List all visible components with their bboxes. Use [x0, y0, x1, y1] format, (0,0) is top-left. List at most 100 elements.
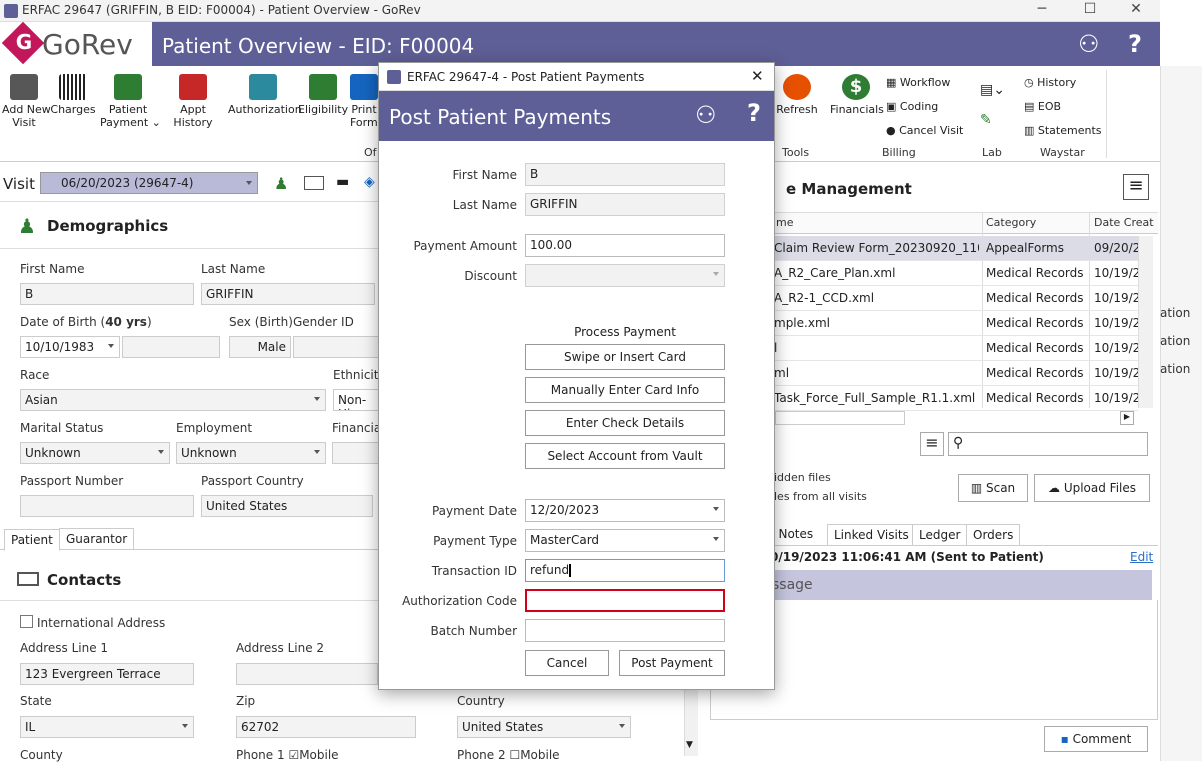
dlg-last-name-field[interactable]: GRIFFIN [525, 193, 725, 216]
post-patient-payments-dialog: ERFAC 29647-4 - Post Patient Payments ✕ … [378, 62, 775, 690]
passport-label: Passport Number [20, 474, 124, 488]
marital-select[interactable]: Unknown [20, 442, 170, 464]
transaction-id-field[interactable]: refund [525, 559, 725, 582]
swipe-card-button[interactable]: Swipe or Insert Card [525, 344, 725, 370]
manual-card-button[interactable]: Manually Enter Card Info [525, 377, 725, 403]
passport-country-label: Passport Country [201, 474, 304, 488]
gender-select[interactable] [293, 336, 379, 358]
dlg-first-name-field[interactable]: B [525, 163, 725, 186]
file-search-input[interactable]: ⚲ [948, 432, 1148, 456]
financials-button[interactable]: $ Financials [830, 74, 884, 116]
coding-icon: ▣ [886, 100, 900, 113]
file-grid-hscrollbar[interactable] [775, 411, 905, 425]
visit-select[interactable]: 06/20/2023 (29647-4) [40, 172, 258, 194]
refresh-button[interactable]: Refresh [776, 74, 818, 116]
tab-linked-visits[interactable]: Linked Visits [827, 524, 916, 546]
patient-icon[interactable]: ♟ [274, 174, 288, 193]
dialog-close-button[interactable]: ✕ [751, 67, 764, 85]
print-forms-button[interactable]: Print Forms [350, 74, 378, 129]
edit-link[interactable]: Edit [1130, 550, 1153, 564]
last-name-field[interactable]: GRIFFIN [201, 283, 375, 305]
file-row[interactable]: A_R2_Care_Plan.xml Medical Records 10/19/2 [762, 261, 1138, 286]
comment-button[interactable]: ▪ Comment [1044, 726, 1148, 752]
dialog-help-button[interactable]: ? [747, 99, 761, 127]
tab-patient[interactable]: Patient [4, 529, 60, 551]
appt-history-button[interactable]: Appt History [160, 74, 226, 129]
bed-icon[interactable]: ▬ [336, 174, 349, 190]
authorization-button[interactable]: Authorization [228, 74, 302, 116]
address1-label: Address Line 1 [20, 641, 109, 655]
file-row[interactable]: Task_Force_Full_Sample_R1.1.xml Medical R… [762, 386, 1138, 411]
ethnicity-select[interactable]: Non-Hi [333, 389, 379, 411]
cancel-visit-button[interactable]: ● Cancel Visit [886, 124, 963, 137]
tab-ledger[interactable]: Ledger [912, 524, 968, 546]
address2-field[interactable] [236, 663, 378, 685]
scan-button[interactable]: ▥ Scan [958, 474, 1028, 502]
message-box[interactable]: ssage [762, 570, 1152, 600]
passport-country-select[interactable]: United States [201, 495, 373, 517]
address1-field[interactable]: 123 Evergreen Terrace [20, 663, 194, 685]
first-name-field[interactable]: B [20, 283, 194, 305]
batch-number-field[interactable] [525, 619, 725, 642]
file-row[interactable]: A_R2-1_CCD.xml Medical Records 10/19/2 [762, 286, 1138, 311]
maximize-button[interactable]: ☐ [1068, 1, 1112, 21]
state-select[interactable]: IL [20, 716, 194, 738]
employment-select[interactable]: Unknown [176, 442, 326, 464]
col-category[interactable]: Category [986, 216, 1036, 229]
sex-select[interactable]: Male [229, 336, 291, 358]
workflow-button[interactable]: ▦ Workflow [886, 76, 950, 89]
dob-field[interactable]: 10/10/1983 [20, 336, 120, 358]
col-date[interactable]: Date Create [1094, 216, 1154, 229]
menu-icon[interactable]: ≡ [1123, 174, 1149, 200]
phone1-label: Phone 1 ☑Mobile [236, 748, 339, 762]
file-row[interactable]: mple.xml Medical Records 10/19/2 [762, 311, 1138, 336]
international-checkbox[interactable] [20, 615, 33, 628]
payment-amount-field[interactable]: 100.00 [525, 234, 725, 257]
upload-files-button[interactable]: ☁ Upload Files [1034, 474, 1150, 502]
col-name[interactable]: me [776, 216, 793, 229]
add-new-visit-button[interactable]: Add New Visit [2, 74, 51, 129]
help-button[interactable]: ? [1128, 30, 1142, 58]
lab-icon[interactable]: ✎ [980, 112, 992, 128]
charges-button[interactable]: Charges [50, 74, 96, 116]
payment-type-select[interactable]: MasterCard [525, 529, 725, 552]
check-details-button[interactable]: Enter Check Details [525, 410, 725, 436]
lab-dropdown-icon[interactable]: ▤⌄ [980, 82, 1005, 98]
eob-button[interactable]: ▤ EOB [1024, 100, 1061, 113]
file-row[interactable]: Claim Review Form_20230920_1109 AppealFor… [762, 236, 1138, 261]
post-payment-button[interactable]: Post Payment [619, 650, 725, 676]
close-window-button[interactable]: ✕ [1114, 1, 1158, 21]
passport-field[interactable] [20, 495, 194, 517]
discount-select[interactable] [525, 264, 725, 287]
card-icon[interactable] [304, 176, 324, 190]
users-icon[interactable]: ⚇ [1078, 30, 1100, 58]
statements-button[interactable]: ▥ Statements [1024, 124, 1102, 137]
country-select[interactable]: United States [457, 716, 631, 738]
scroll-right-icon[interactable]: ▶ [1120, 411, 1134, 425]
tab-orders[interactable]: Orders [966, 524, 1021, 546]
file-row[interactable]: l Medical Records 10/19/2 [762, 336, 1138, 361]
zip-field[interactable]: 62702 [236, 716, 416, 738]
eligibility-button[interactable]: Eligibility [298, 74, 348, 116]
tab-guarantor[interactable]: Guarantor [59, 528, 135, 550]
vault-account-button[interactable]: Select Account from Vault [525, 443, 725, 469]
file-row[interactable]: ml Medical Records 10/19/2 [762, 361, 1138, 386]
payment-date-field[interactable]: 12/20/2023 [525, 499, 725, 522]
file-grid-scrollbar[interactable] [1138, 236, 1153, 408]
authorization-code-field[interactable] [525, 589, 725, 612]
financial-select[interactable] [332, 442, 379, 464]
coding-button[interactable]: ▣ Coding [886, 100, 938, 113]
group-label-lab: Lab [982, 146, 1002, 159]
file-cell-category: AppealForms [986, 241, 1064, 255]
shield-icon[interactable]: ◈ [364, 174, 375, 190]
country-label: Country [457, 694, 505, 708]
list-icon[interactable]: ≡ [920, 432, 944, 456]
race-select[interactable]: Asian [20, 389, 326, 411]
scroll-down-icon[interactable]: ▼ [686, 740, 693, 750]
minimize-button[interactable]: ─ [1020, 1, 1064, 21]
history-button[interactable]: ◷ History [1024, 76, 1076, 89]
cancel-button[interactable]: Cancel [525, 650, 609, 676]
patient-payment-button[interactable]: Patient Payment ⌄ [100, 74, 161, 129]
dialog-users-icon[interactable]: ⚇ [695, 101, 717, 129]
dob-spinner[interactable] [122, 336, 220, 358]
